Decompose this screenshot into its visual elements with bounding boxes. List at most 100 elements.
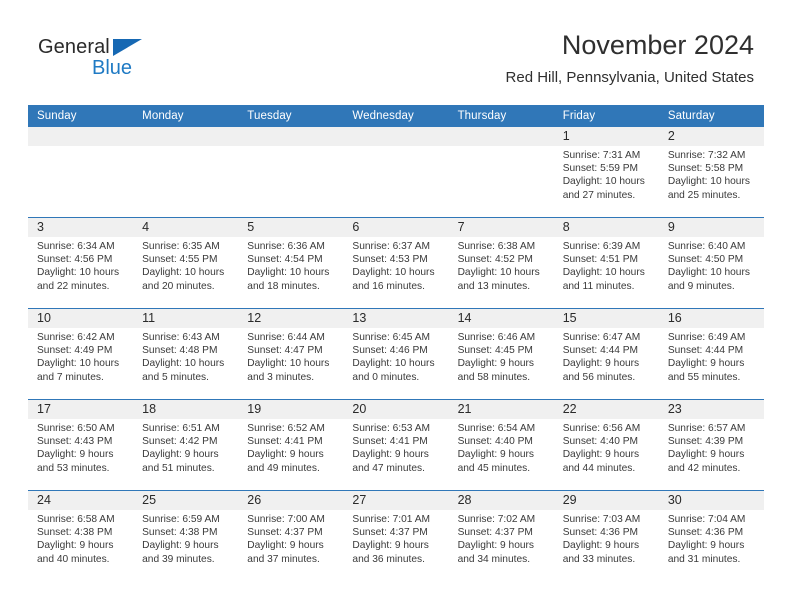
- calendar-day-cell[interactable]: [343, 127, 449, 218]
- day-details: Sunrise: 7:02 AM Sunset: 4:37 PM Dayligh…: [449, 510, 554, 566]
- daylight-text-line2: and 39 minutes.: [142, 553, 215, 565]
- day-number: 7: [448, 218, 554, 237]
- calendar-day-cell[interactable]: 25 Sunrise: 6:59 AM Sunset: 4:38 PM Dayl…: [133, 490, 239, 581]
- general-blue-logo[interactable]: General Blue: [38, 36, 158, 86]
- calendar-day-cell[interactable]: 17 Sunrise: 6:50 AM Sunset: 4:43 PM Dayl…: [28, 399, 134, 491]
- day-number: 29: [553, 491, 659, 510]
- day-number: 27: [343, 491, 449, 510]
- sunrise-text: Sunrise: 6:59 AM: [142, 514, 220, 525]
- sunrise-text: Sunrise: 6:36 AM: [247, 241, 325, 252]
- calendar-day-cell[interactable]: 26 Sunrise: 7:00 AM Sunset: 4:37 PM Dayl…: [238, 490, 344, 581]
- day-number: 2: [658, 127, 764, 146]
- calendar-day-cell[interactable]: 16 Sunrise: 6:49 AM Sunset: 4:44 PM Dayl…: [658, 308, 764, 400]
- sunrise-text: Sunrise: 6:43 AM: [142, 332, 220, 343]
- sunset-text: Sunset: 5:58 PM: [667, 163, 744, 175]
- daylight-text-line1: Daylight: 10 hours: [457, 267, 540, 279]
- day-details: Sunrise: 7:03 AM Sunset: 4:36 PM Dayligh…: [554, 510, 659, 566]
- day-details: [449, 146, 554, 149]
- calendar-day-cell[interactable]: 11 Sunrise: 6:43 AM Sunset: 4:48 PM Dayl…: [133, 308, 239, 400]
- calendar-day-cell[interactable]: 18 Sunrise: 6:51 AM Sunset: 4:42 PM Dayl…: [133, 399, 239, 491]
- calendar-day-cell[interactable]: [238, 127, 344, 218]
- calendar-day-cell[interactable]: 28 Sunrise: 7:02 AM Sunset: 4:37 PM Dayl…: [448, 490, 554, 581]
- calendar-page: General Blue November 2024 Red Hill, Pen…: [0, 0, 792, 612]
- calendar-day-cell[interactable]: [448, 127, 554, 218]
- sunrise-text: Sunrise: 6:57 AM: [667, 423, 746, 434]
- sunset-text: Sunset: 4:37 PM: [457, 527, 533, 539]
- daylight-text-line2: and 13 minutes.: [457, 280, 531, 292]
- calendar-day-cell[interactable]: 29 Sunrise: 7:03 AM Sunset: 4:36 PM Dayl…: [553, 490, 659, 581]
- daylight-text-line1: Daylight: 9 hours: [457, 540, 535, 552]
- daylight-text-line1: Daylight: 9 hours: [142, 449, 219, 461]
- calendar-day-cell[interactable]: 2 Sunrise: 7:32 AM Sunset: 5:58 PM Dayli…: [658, 127, 764, 218]
- day-number: 13: [343, 309, 449, 328]
- calendar-day-cell[interactable]: 8 Sunrise: 6:39 AM Sunset: 4:51 PM Dayli…: [553, 217, 659, 309]
- calendar-day-cell[interactable]: 13 Sunrise: 6:45 AM Sunset: 4:46 PM Dayl…: [343, 308, 449, 400]
- calendar-day-cell[interactable]: 4 Sunrise: 6:35 AM Sunset: 4:55 PM Dayli…: [133, 217, 239, 309]
- calendar-day-cell[interactable]: 5 Sunrise: 6:36 AM Sunset: 4:54 PM Dayli…: [238, 217, 344, 309]
- sunrise-text: Sunrise: 6:50 AM: [37, 423, 115, 434]
- day-details: Sunrise: 6:46 AM Sunset: 4:45 PM Dayligh…: [449, 328, 554, 384]
- daylight-text-line2: and 5 minutes.: [142, 371, 209, 383]
- day-details: Sunrise: 7:32 AM Sunset: 5:58 PM Dayligh…: [659, 146, 764, 202]
- day-number: 18: [133, 400, 239, 419]
- day-details: Sunrise: 6:54 AM Sunset: 4:40 PM Dayligh…: [449, 419, 554, 475]
- daylight-text-line1: Daylight: 10 hours: [247, 267, 330, 279]
- sunrise-text: Sunrise: 6:47 AM: [562, 332, 641, 343]
- day-number: 19: [238, 400, 344, 419]
- calendar-day-cell[interactable]: 14 Sunrise: 6:46 AM Sunset: 4:45 PM Dayl…: [448, 308, 554, 400]
- daylight-text-line2: and 22 minutes.: [37, 280, 110, 292]
- daylight-text-line1: Daylight: 10 hours: [667, 176, 750, 188]
- calendar-day-cell[interactable]: 23 Sunrise: 6:57 AM Sunset: 4:39 PM Dayl…: [658, 399, 764, 491]
- day-number: 3: [28, 218, 134, 237]
- calendar-day-cell[interactable]: 30 Sunrise: 7:04 AM Sunset: 4:36 PM Dayl…: [658, 490, 764, 581]
- sunset-text: Sunset: 4:53 PM: [352, 254, 428, 266]
- daylight-text-line2: and 55 minutes.: [667, 371, 741, 383]
- daylight-text-line1: Daylight: 9 hours: [37, 540, 114, 552]
- daylight-text-line2: and 34 minutes.: [457, 553, 531, 565]
- sunset-text: Sunset: 4:54 PM: [247, 254, 323, 266]
- day-details: Sunrise: 6:38 AM Sunset: 4:52 PM Dayligh…: [449, 237, 554, 293]
- sunrise-text: Sunrise: 6:34 AM: [37, 241, 115, 252]
- sunset-text: Sunset: 4:36 PM: [667, 527, 744, 539]
- calendar-week-row: 17 Sunrise: 6:50 AM Sunset: 4:43 PM Dayl…: [28, 399, 764, 491]
- day-number: [28, 127, 134, 146]
- weekday-header-saturday: Saturday: [658, 105, 764, 127]
- calendar-week-row: 10 Sunrise: 6:42 AM Sunset: 4:49 PM Dayl…: [28, 308, 764, 400]
- calendar-day-cell[interactable]: [133, 127, 239, 218]
- daylight-text-line1: Daylight: 9 hours: [667, 358, 745, 370]
- weekday-header-thursday: Thursday: [448, 105, 554, 127]
- day-number: 22: [553, 400, 659, 419]
- calendar-day-cell[interactable]: 24 Sunrise: 6:58 AM Sunset: 4:38 PM Dayl…: [28, 490, 134, 581]
- calendar-day-cell[interactable]: 9 Sunrise: 6:40 AM Sunset: 4:50 PM Dayli…: [658, 217, 764, 309]
- daylight-text-line1: Daylight: 10 hours: [667, 267, 750, 279]
- day-number: 28: [448, 491, 554, 510]
- calendar-day-cell[interactable]: 7 Sunrise: 6:38 AM Sunset: 4:52 PM Dayli…: [448, 217, 554, 309]
- day-details: [343, 146, 448, 149]
- logo-text-blue: Blue: [92, 57, 133, 79]
- daylight-text-line1: Daylight: 10 hours: [352, 267, 435, 279]
- daylight-text-line1: Daylight: 9 hours: [667, 540, 745, 552]
- calendar-week-row: 3 Sunrise: 6:34 AM Sunset: 4:56 PM Dayli…: [28, 217, 764, 309]
- sunset-text: Sunset: 4:41 PM: [247, 436, 323, 448]
- calendar-day-cell[interactable]: 15 Sunrise: 6:47 AM Sunset: 4:44 PM Dayl…: [553, 308, 659, 400]
- sunset-text: Sunset: 4:50 PM: [667, 254, 744, 266]
- calendar-day-cell[interactable]: [28, 127, 134, 218]
- daylight-text-line2: and 51 minutes.: [142, 462, 215, 474]
- calendar-day-cell[interactable]: 27 Sunrise: 7:01 AM Sunset: 4:37 PM Dayl…: [343, 490, 449, 581]
- day-number: 6: [343, 218, 449, 237]
- calendar-day-cell[interactable]: 19 Sunrise: 6:52 AM Sunset: 4:41 PM Dayl…: [238, 399, 344, 491]
- calendar-day-cell[interactable]: 6 Sunrise: 6:37 AM Sunset: 4:53 PM Dayli…: [343, 217, 449, 309]
- sunset-text: Sunset: 4:49 PM: [37, 345, 113, 357]
- weekday-header-monday: Monday: [133, 105, 239, 127]
- calendar-day-cell[interactable]: 20 Sunrise: 6:53 AM Sunset: 4:41 PM Dayl…: [343, 399, 449, 491]
- calendar-day-cell[interactable]: 3 Sunrise: 6:34 AM Sunset: 4:56 PM Dayli…: [28, 217, 134, 309]
- calendar-day-cell[interactable]: 1 Sunrise: 7:31 AM Sunset: 5:59 PM Dayli…: [553, 127, 659, 218]
- calendar-day-cell[interactable]: 21 Sunrise: 6:54 AM Sunset: 4:40 PM Dayl…: [448, 399, 554, 491]
- calendar-day-cell[interactable]: 12 Sunrise: 6:44 AM Sunset: 4:47 PM Dayl…: [238, 308, 344, 400]
- calendar-day-cell[interactable]: 10 Sunrise: 6:42 AM Sunset: 4:49 PM Dayl…: [28, 308, 134, 400]
- day-details: Sunrise: 6:42 AM Sunset: 4:49 PM Dayligh…: [28, 328, 133, 384]
- logo-triangle-icon: [113, 39, 142, 56]
- calendar-grid: Sunday Monday Tuesday Wednesday Thursday…: [28, 105, 764, 581]
- sunset-text: Sunset: 4:52 PM: [457, 254, 533, 266]
- calendar-day-cell[interactable]: 22 Sunrise: 6:56 AM Sunset: 4:40 PM Dayl…: [553, 399, 659, 491]
